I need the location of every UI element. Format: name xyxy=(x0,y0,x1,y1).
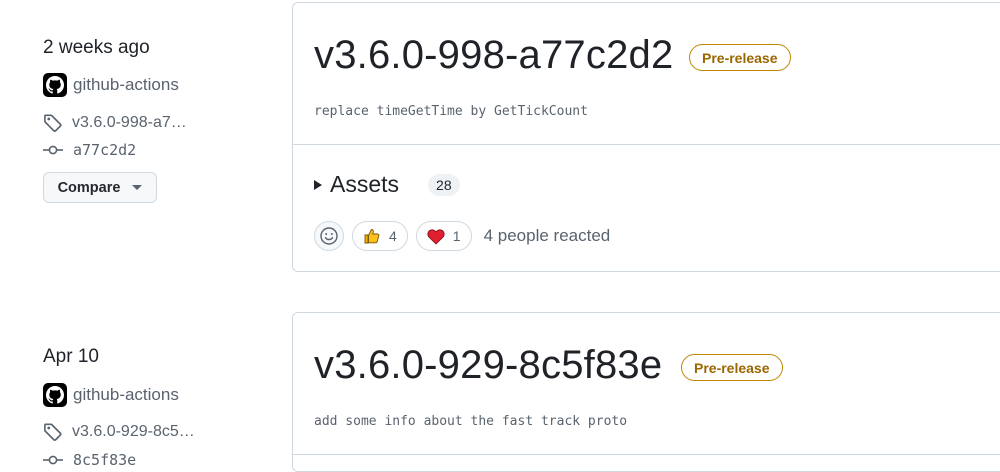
release-title[interactable]: v3.6.0-929-8c5f83e xyxy=(314,343,662,388)
tag-link[interactable]: v3.6.0-929-8c5… xyxy=(43,422,195,442)
divider xyxy=(293,454,1000,455)
release-entry: Apr 10 github-actions v3.6.0-929-8c5… 8c… xyxy=(0,0,1000,472)
tag-name: v3.6.0-929-8c5… xyxy=(72,423,195,440)
commit-link[interactable]: 8c5f83e xyxy=(43,451,136,469)
pre-release-badge: Pre-release xyxy=(681,354,783,381)
author-link[interactable]: github-actions xyxy=(43,383,179,407)
release-description: add some info about the fast track proto xyxy=(314,414,628,429)
tag-icon xyxy=(44,423,62,441)
release-date: Apr 10 xyxy=(43,346,99,367)
github-avatar-icon xyxy=(43,383,67,407)
author-name: github-actions xyxy=(73,385,179,404)
release-card: v3.6.0-929-8c5f83e Pre-release add some … xyxy=(292,312,1000,472)
commit-icon xyxy=(43,455,63,465)
commit-hash: 8c5f83e xyxy=(73,451,137,469)
